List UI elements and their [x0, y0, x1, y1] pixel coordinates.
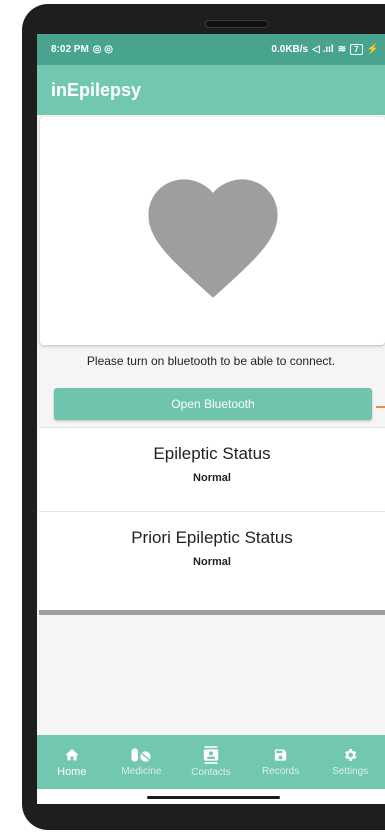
nav-settings[interactable]: Settings — [315, 735, 385, 789]
battery-level: 7 — [354, 45, 359, 54]
epileptic-status-value: Normal — [193, 472, 231, 484]
app-bar: inEpilepsy — [37, 65, 385, 115]
nav-contacts-label: Contacts — [191, 767, 231, 778]
heart-icon — [147, 179, 278, 298]
contacts-icon — [203, 746, 219, 764]
wifi-icon: ≋ — [337, 44, 347, 55]
nav-home[interactable]: Home — [37, 735, 107, 789]
save-icon — [274, 749, 287, 761]
bluetooth-message: Please turn on bluetooth to be able to c… — [86, 354, 336, 368]
app-title: inEpilepsy — [51, 79, 142, 100]
nav-records-label: Records — [261, 766, 300, 777]
open-bluetooth-button[interactable]: Open Bluetooth — [54, 388, 372, 420]
nav-contacts[interactable]: Contacts — [176, 735, 246, 789]
home-gesture-pill[interactable] — [147, 796, 280, 799]
status-divider — [39, 610, 385, 615]
priori-status-title: Priori Epileptic Status — [131, 528, 293, 547]
notification-icon: ◎ ◎ — [92, 44, 114, 55]
edge-indicator — [376, 406, 385, 408]
gear-icon — [345, 749, 357, 761]
nav-settings-label: Settings — [332, 766, 369, 777]
app-screen: 8:02 PM ◎ ◎ 0.0KB/s ◁ .ııl ≋ 7 ⚡ inEpile… — [37, 34, 385, 804]
home-icon — [65, 748, 79, 760]
nav-medicine[interactable]: Medicine — [107, 735, 177, 789]
network-speed: 0.0KB/s — [271, 44, 309, 55]
nav-records[interactable]: Records — [246, 735, 316, 789]
epileptic-status-title: Epileptic Status — [153, 444, 271, 463]
priori-status-value: Normal — [193, 556, 231, 568]
charging-icon: ⚡ — [366, 44, 379, 55]
nav-home-label: Home — [57, 765, 87, 778]
nav-medicine-label: Medicine — [121, 766, 162, 777]
bottom-navigation: Home Medicine Contacts Records Settings — [37, 735, 385, 789]
status-time: 8:02 PM — [51, 44, 89, 55]
priori-status-card: Priori Epileptic Status Normal — [39, 511, 385, 615]
heart-card — [40, 117, 385, 345]
phone-speaker — [205, 20, 269, 28]
status-bar: 8:02 PM ◎ ◎ 0.0KB/s ◁ .ııl ≋ 7 ⚡ — [37, 34, 385, 65]
gesture-bar — [37, 789, 385, 804]
pills-icon — [131, 748, 151, 762]
signal-icon: ◁ .ııl — [312, 44, 334, 55]
battery-icon: 7 — [350, 44, 363, 55]
